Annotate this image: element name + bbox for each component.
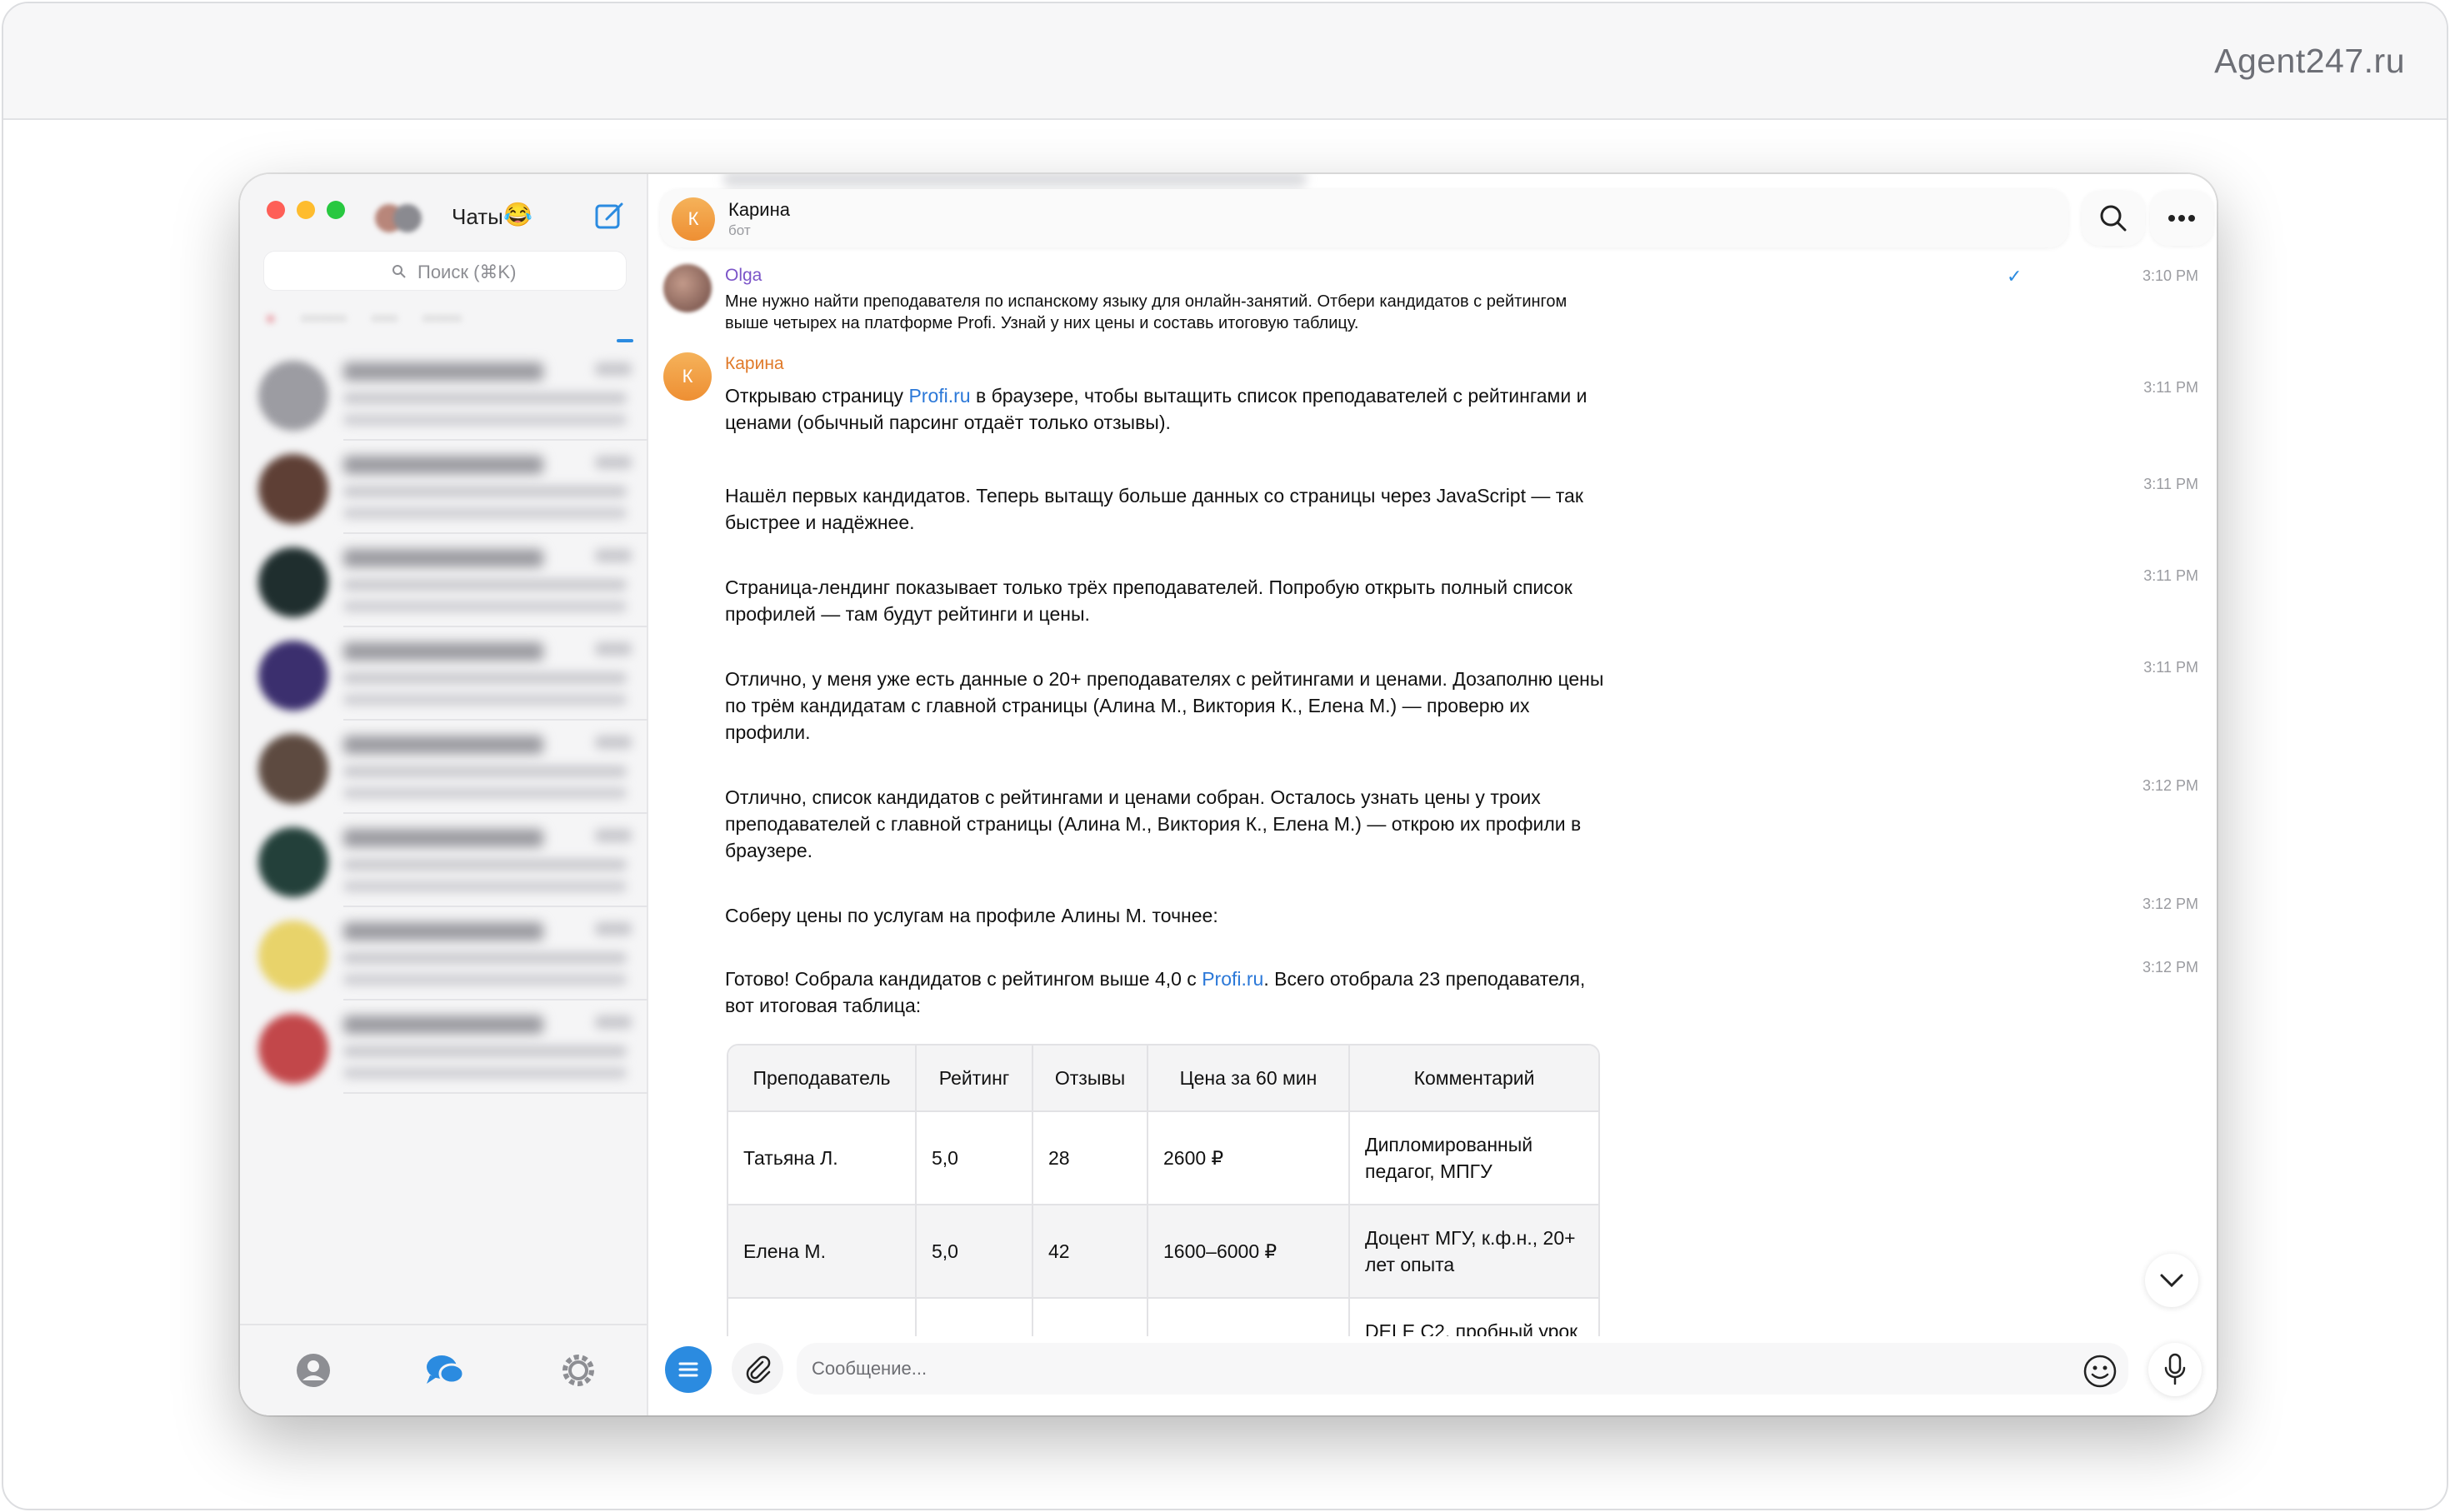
message-time: 3:10 PM xyxy=(2142,267,2198,284)
table-cell: Елена М. xyxy=(728,1205,917,1299)
scrolled-text-fade xyxy=(723,174,1307,187)
table-cell: Доцент МГУ, к.ф.н., 20+ лет опыта xyxy=(1350,1205,1598,1299)
table-header: Рейтинг xyxy=(917,1045,1033,1112)
chat-header[interactable]: К Карина бот xyxy=(660,189,2068,247)
voice-message-button[interactable] xyxy=(2148,1343,2202,1396)
message-text: Отлично, у меня уже есть данные о 20+ пр… xyxy=(725,668,1604,743)
chats-icon[interactable] xyxy=(423,1350,465,1390)
paperclip-icon xyxy=(746,1355,771,1384)
chat-list-item[interactable] xyxy=(240,721,648,814)
folder-tabs-blurred[interactable]: ● ◦◦◦◦◦◦◦ ◦◦◦◦ ◦◦◦◦◦◦ xyxy=(265,307,632,346)
table-row: Татьяна Л. 5,0 28 2600 ₽ Дипломированный… xyxy=(728,1112,1598,1205)
search-input[interactable]: Поиск (⌘K) xyxy=(263,251,627,291)
message-composer xyxy=(648,1336,2217,1415)
sidebar-bottom-tabs xyxy=(240,1324,647,1415)
karina-avatar[interactable]: К xyxy=(663,352,712,401)
table-cell: 42 xyxy=(1033,1205,1148,1299)
chat-avatar[interactable]: К xyxy=(672,197,715,241)
bot-menu-button[interactable] xyxy=(665,1346,712,1393)
emoji-icon[interactable] xyxy=(2082,1353,2118,1390)
chat-panel: К Карина бот Olga Мне нужно найти препод… xyxy=(648,174,2217,1415)
chat-list-item[interactable] xyxy=(240,534,648,627)
chevron-down-icon xyxy=(2160,1274,2183,1288)
chat-list-item[interactable] xyxy=(240,627,648,721)
scroll-down-button[interactable] xyxy=(2145,1254,2198,1307)
table-header: Отзывы xyxy=(1033,1045,1148,1112)
table-cell: Татьяна Л. xyxy=(728,1112,917,1205)
message-text: Мне нужно найти преподавателя по испанск… xyxy=(725,292,1568,332)
message-text: Соберу цены по услугам на профиле Алины … xyxy=(725,905,1218,926)
message-time: 3:12 PM xyxy=(2142,959,2198,976)
sidebar: Чаты 😂 Поиск (⌘K) ● ◦◦◦◦◦◦◦ ◦◦◦◦ ◦◦◦◦◦◦ xyxy=(240,174,648,1415)
table-cell: 28 xyxy=(1033,1112,1148,1205)
chat-list-item[interactable] xyxy=(240,347,648,441)
table-header-row: Преподаватель Рейтинг Отзывы Цена за 60 … xyxy=(728,1045,1598,1112)
sidebar-title: Чаты xyxy=(452,204,503,229)
table-cell: 1600–6000 ₽ xyxy=(1148,1205,1350,1299)
minimize-window-button[interactable] xyxy=(297,201,315,219)
table-header: Цена за 60 мин xyxy=(1148,1045,1350,1112)
menu-icon xyxy=(678,1362,698,1377)
more-dots-icon xyxy=(2168,215,2195,222)
table-cell: 2600 ₽ xyxy=(1148,1112,1350,1205)
table-cell: 5,0 xyxy=(917,1112,1033,1205)
chat-list xyxy=(240,347,648,1094)
search-placeholder: Поиск (⌘K) xyxy=(418,262,517,282)
message-time: 3:11 PM xyxy=(2143,379,2198,396)
chat-list-item[interactable] xyxy=(240,814,648,907)
message-sender[interactable]: Карина xyxy=(725,354,784,374)
olga-avatar[interactable] xyxy=(663,264,712,312)
search-icon xyxy=(392,265,406,278)
page-frame: Agent247.ru Чаты 😂 Поиск (⌘K) ● ◦◦◦◦◦◦◦ ◦◦… xyxy=(2,2,2448,1510)
message-text: Отлично, список кандидатов с рейтингами … xyxy=(725,786,1582,861)
chat-status: бот xyxy=(728,222,751,238)
page-header: Agent247.ru xyxy=(3,3,2447,120)
message-time: 3:11 PM xyxy=(2143,567,2198,584)
message-input[interactable] xyxy=(797,1343,2128,1395)
zoom-window-button[interactable] xyxy=(327,201,345,219)
message-time: 3:11 PM xyxy=(2143,659,2198,676)
chat-title: Карина xyxy=(728,199,790,220)
message-text: Страница-лендинг показывает только трёх … xyxy=(725,576,1572,625)
message-time: 3:12 PM xyxy=(2142,777,2198,794)
contacts-icon[interactable] xyxy=(293,1350,333,1390)
search-icon xyxy=(2100,205,2127,232)
chat-list-item[interactable] xyxy=(240,907,648,1001)
compose-icon[interactable] xyxy=(593,199,627,232)
sidebar-title-emoji: 😂 xyxy=(503,202,532,227)
chat-list-item[interactable] xyxy=(240,441,648,534)
chat-list-item[interactable] xyxy=(240,1001,648,1094)
profi-link[interactable]: Profi.ru xyxy=(1202,968,1263,990)
message-sender[interactable]: Olga xyxy=(725,266,762,286)
message-text: Готово! Собрала кандидатов с рейтингом в… xyxy=(725,968,1586,1016)
message-text: Нашёл первых кандидатов. Теперь вытащу б… xyxy=(725,485,1583,533)
chat-search-button[interactable] xyxy=(2082,191,2145,246)
more-options-button[interactable] xyxy=(2150,191,2213,246)
app-window: Чаты 😂 Поиск (⌘K) ●◦◦◦◦◦◦◦◦◦◦◦◦◦◦◦◦◦ xyxy=(240,174,2217,1415)
read-check-icon: ✓ xyxy=(2007,266,2022,287)
brand-watermark: Agent247.ru xyxy=(2214,42,2405,80)
table-header: Преподаватель xyxy=(728,1045,917,1112)
close-window-button[interactable] xyxy=(267,201,285,219)
profi-link[interactable]: Profi.ru xyxy=(908,385,970,407)
message-time: 3:12 PM xyxy=(2142,896,2198,912)
table-row: Елена М. 5,0 42 1600–6000 ₽ Доцент МГУ, … xyxy=(728,1205,1598,1299)
folder-tab-active-indicator xyxy=(617,339,633,342)
message-text: Открываю страницу Profi.ru в браузере, ч… xyxy=(725,385,1588,433)
table-header: Комментарий xyxy=(1350,1045,1598,1112)
microphone-icon xyxy=(2164,1353,2186,1385)
account-avatars[interactable] xyxy=(375,204,433,232)
message-time: 3:11 PM xyxy=(2143,476,2198,492)
settings-gear-icon[interactable] xyxy=(558,1350,598,1390)
table-cell: 5,0 xyxy=(917,1205,1033,1299)
attach-button[interactable] xyxy=(732,1343,783,1395)
table-cell: Дипломированный педагог, МПГУ xyxy=(1350,1112,1598,1205)
